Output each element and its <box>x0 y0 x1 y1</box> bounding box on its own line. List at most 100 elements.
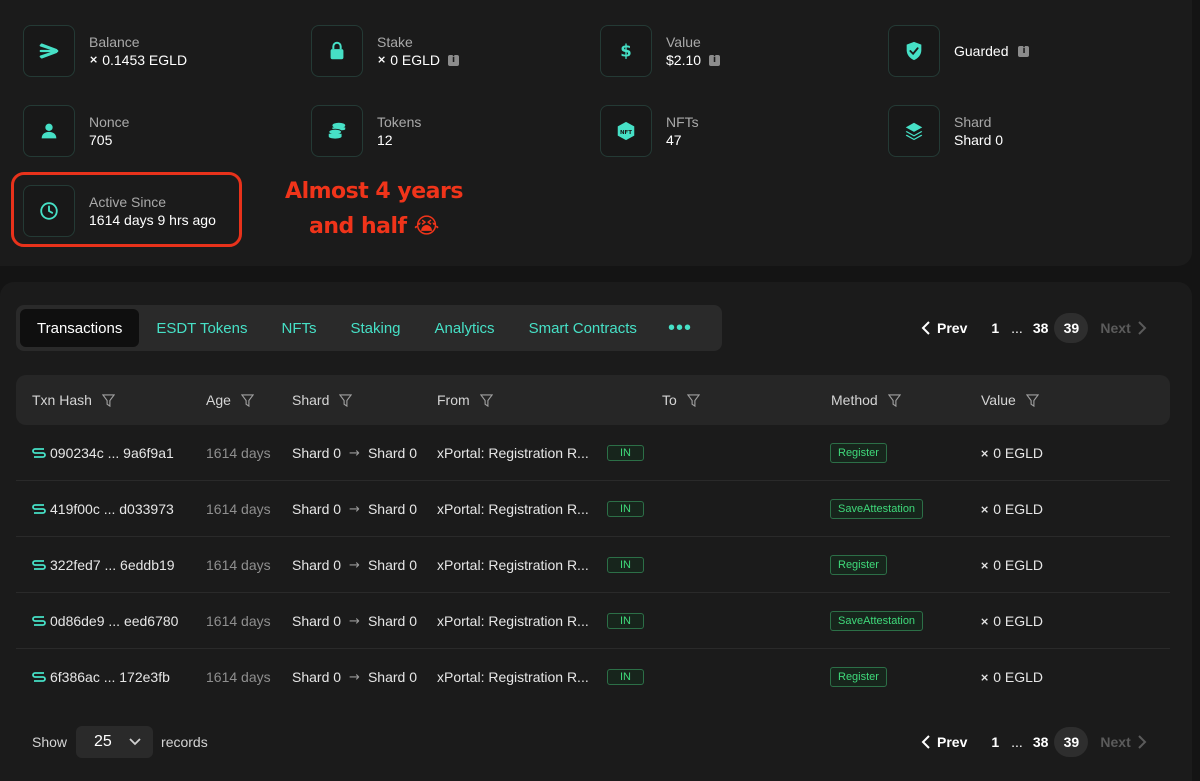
from-link[interactable]: xPortal: Registration R... <box>437 537 589 593</box>
egld-symbol-icon: ⨯ <box>377 53 387 66</box>
filter-icon[interactable] <box>240 393 254 407</box>
from-link[interactable]: xPortal: Registration R... <box>437 649 589 705</box>
txn-hash-cell: 419f00c ... d033973 <box>32 481 174 537</box>
direction-badge: IN <box>607 557 644 573</box>
header-label: To <box>662 392 677 408</box>
prev-page-button[interactable]: Prev <box>921 320 967 336</box>
tab-esdt-tokens[interactable]: ESDT Tokens <box>139 309 264 347</box>
txn-hash-link[interactable]: 322fed7 ... 6eddb19 <box>50 557 175 573</box>
txn-hash-cell: 6f386ac ... 172e3fb <box>32 649 170 705</box>
filter-icon[interactable] <box>339 393 353 407</box>
shard-to-link[interactable]: Shard 0 <box>368 501 417 517</box>
pagination-ellipsis: ... <box>1011 734 1023 750</box>
info-icon[interactable]: i <box>1018 45 1030 57</box>
txn-hash-link[interactable]: 6f386ac ... 172e3fb <box>50 669 170 685</box>
arrow-right-icon: → <box>349 557 360 573</box>
direction-cell: IN <box>607 649 644 705</box>
tab-nfts[interactable]: NFTs <box>264 309 333 347</box>
egld-symbol-icon: ⨯ <box>980 614 990 628</box>
header-label: Method <box>831 392 878 408</box>
table-row[interactable]: 6f386ac ... 172e3fb 1614 days Shard 0 → Sh… <box>16 649 1170 705</box>
table-row[interactable]: 0d86de9 ... eed6780 1614 days Shard 0 → Sh… <box>16 593 1170 649</box>
info-icon[interactable]: i <box>448 54 460 66</box>
page-38-link[interactable]: 38 <box>1033 734 1049 750</box>
swap-icon <box>32 504 46 514</box>
shard-from-link[interactable]: Shard 0 <box>292 501 341 517</box>
shard-cell: Shard 0 → Shard 0 <box>292 537 417 593</box>
value-cell: ⨯ 0 EGLD <box>980 649 1043 705</box>
prev-page-button[interactable]: Prev <box>921 734 967 750</box>
prev-label: Prev <box>937 320 968 336</box>
page-38-link[interactable]: 38 <box>1033 320 1049 336</box>
info-icon[interactable]: i <box>709 54 721 66</box>
stat-shard: Shard Shard 0 <box>888 105 1003 157</box>
shard-from-link[interactable]: Shard 0 <box>292 613 341 629</box>
next-page-button[interactable]: Next <box>1100 320 1147 336</box>
shard-from-link[interactable]: Shard 0 <box>292 669 341 685</box>
stake-value: 0 EGLD <box>390 52 441 68</box>
arrow-right-icon: → <box>349 445 360 461</box>
egld-symbol-icon: ⨯ <box>980 502 990 516</box>
from-link[interactable]: xPortal: Registration R... <box>437 425 589 481</box>
method-badge: Register <box>830 555 887 575</box>
filter-icon[interactable] <box>101 393 115 407</box>
from-link[interactable]: xPortal: Registration R... <box>437 481 589 537</box>
page-1-link[interactable]: 1 <box>991 734 999 750</box>
from-link[interactable]: xPortal: Registration R... <box>437 593 589 649</box>
tab-transactions[interactable]: Transactions <box>20 309 140 347</box>
stat-label: Shard <box>954 114 992 130</box>
next-page-button[interactable]: Next <box>1100 734 1147 750</box>
shard-value: Shard 0 <box>954 132 1004 148</box>
shard-to-link[interactable]: Shard 0 <box>368 669 417 685</box>
direction-cell: IN <box>607 537 644 593</box>
shard-to-link[interactable]: Shard 0 <box>368 445 417 461</box>
method-badge: SaveAttestation <box>830 611 924 631</box>
stat-stake: Stake ⨯ 0 EGLD i <box>311 25 460 77</box>
direction-badge: IN <box>607 445 644 461</box>
tab-analytics[interactable]: Analytics <box>418 309 512 347</box>
user-icon <box>23 105 75 157</box>
txn-hash-link[interactable]: 0d86de9 ... eed6780 <box>50 613 178 629</box>
table-row[interactable]: 090234c ... 9a6f9a1 1614 days Shard 0 → Sh… <box>16 425 1170 481</box>
txn-hash-link[interactable]: 419f00c ... d033973 <box>50 501 174 517</box>
chevron-down-icon <box>129 738 141 746</box>
page-size-select[interactable]: 25 <box>76 726 154 758</box>
direction-cell: IN <box>607 481 644 537</box>
shard-from-link[interactable]: Shard 0 <box>292 445 341 461</box>
filter-icon[interactable] <box>1025 393 1039 407</box>
stat-balance: Balance ⨯ 0.1453 EGLD <box>23 25 187 77</box>
egld-symbol-icon: ⨯ <box>980 670 990 684</box>
account-tabs: Transactions ESDT Tokens NFTs Staking An… <box>16 305 722 351</box>
txn-hash-cell: 0d86de9 ... eed6780 <box>32 593 178 649</box>
filter-icon[interactable] <box>479 393 493 407</box>
table-row[interactable]: 322fed7 ... 6eddb19 1614 days Shard 0 → Sh… <box>16 537 1170 593</box>
next-label: Next <box>1100 734 1131 750</box>
current-page[interactable]: 39 <box>1054 727 1089 757</box>
swap-icon <box>32 560 46 570</box>
method-cell: SaveAttestation <box>830 593 924 649</box>
svg-text:NFT: NFT <box>620 130 632 136</box>
tab-smart-contracts[interactable]: Smart Contracts <box>512 309 654 347</box>
tab-staking[interactable]: Staking <box>333 309 417 347</box>
shard-to-link[interactable]: Shard 0 <box>368 613 417 629</box>
annotation-text: Almost 4 years and half 😭 <box>264 174 484 244</box>
col-age: Age <box>206 375 254 425</box>
shard-to-link[interactable]: Shard 0 <box>368 557 417 573</box>
shard-from-link[interactable]: Shard 0 <box>292 557 341 573</box>
age-cell: 1614 days <box>206 501 271 517</box>
guarded-label: Guarded <box>954 43 1009 59</box>
table-row[interactable]: 419f00c ... d033973 1614 days Shard 0 → Sh… <box>16 481 1170 537</box>
records-label: records <box>161 734 208 750</box>
txn-hash-link[interactable]: 090234c ... 9a6f9a1 <box>50 445 174 461</box>
chevron-right-icon <box>1138 321 1147 335</box>
filter-icon[interactable] <box>686 393 700 407</box>
stat-label: Tokens <box>377 114 422 130</box>
prev-label: Prev <box>937 734 968 750</box>
value-cell: ⨯ 0 EGLD <box>980 537 1043 593</box>
page-1-link[interactable]: 1 <box>991 320 999 336</box>
current-page[interactable]: 39 <box>1054 313 1089 343</box>
shard-cell: Shard 0 → Shard 0 <box>292 649 417 705</box>
direction-badge: IN <box>607 613 644 629</box>
filter-icon[interactable] <box>887 393 901 407</box>
more-tabs-icon[interactable]: ••• <box>654 309 706 347</box>
